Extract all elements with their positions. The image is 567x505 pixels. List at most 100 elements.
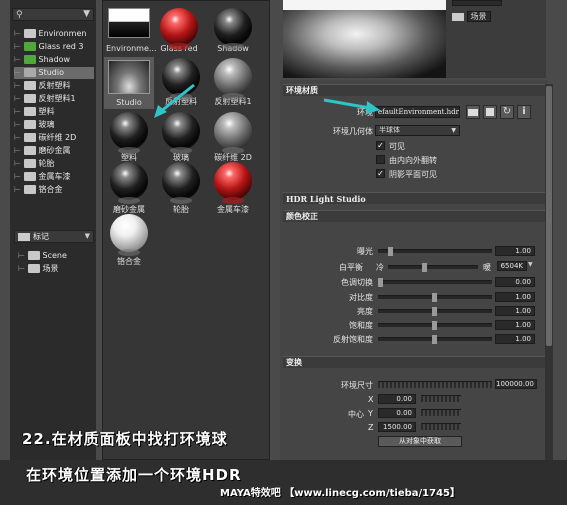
flip-label: 由内向外翻转: [389, 156, 437, 165]
shadow-plane-checkbox[interactable]: ✓: [376, 169, 385, 178]
black-sphere-icon: [162, 162, 200, 204]
section-color-correction[interactable]: 颜色校正: [283, 210, 545, 222]
exposure-value[interactable]: 1.00: [495, 246, 535, 256]
contrast-value[interactable]: 1.00: [495, 292, 535, 302]
material-icon: [23, 94, 36, 103]
slider-knob[interactable]: [432, 335, 437, 344]
info-icon[interactable]: i: [517, 105, 531, 119]
visible-checkbox[interactable]: ✓: [376, 141, 385, 150]
slider-knob[interactable]: [378, 278, 383, 287]
material-thumb[interactable]: 塑料: [106, 112, 152, 163]
env-size-value[interactable]: 100000.00: [495, 379, 537, 389]
material-thumb[interactable]: 铬合金: [106, 214, 152, 267]
slider-knob[interactable]: [432, 293, 437, 302]
grey-sphere-icon: [214, 112, 252, 154]
exposure-slider[interactable]: [378, 247, 492, 256]
shadow-plane-label: 阴影平面可见: [389, 170, 437, 179]
center-y-slider[interactable]: [421, 409, 461, 416]
slider-knob[interactable]: [432, 307, 437, 316]
tag-dropdown[interactable]: 标记 ▼: [14, 230, 94, 243]
brightness-slider[interactable]: [378, 307, 492, 316]
chevron-down-icon[interactable]: ▼: [528, 261, 533, 268]
sphere-icon: [23, 29, 36, 38]
material-thumb[interactable]: Environme...: [106, 8, 157, 53]
center-z-value[interactable]: 1500.00: [378, 422, 416, 432]
refl-saturation-value[interactable]: 1.00: [495, 334, 535, 344]
white-balance-slider[interactable]: [388, 263, 478, 272]
refresh-icon[interactable]: ↻: [500, 105, 514, 119]
geometry-select[interactable]: 半球体 ▼: [375, 125, 460, 136]
top-field[interactable]: [452, 0, 502, 6]
center-x-slider[interactable]: [421, 395, 461, 402]
hue-value[interactable]: 0.00: [495, 277, 535, 287]
section-hdr-light-studio[interactable]: HDR Light Studio: [283, 192, 545, 204]
folder-icon[interactable]: [466, 105, 480, 119]
arrow-line: [159, 83, 195, 114]
black-sphere-icon: [110, 162, 148, 204]
scrollbar-thumb[interactable]: [546, 86, 552, 346]
center-z-slider[interactable]: [421, 423, 461, 430]
annotation-arrow: [154, 83, 195, 118]
tree-item[interactable]: ⊢ 玻璃: [14, 119, 55, 131]
flip-checkbox[interactable]: [376, 155, 385, 164]
material-icon: [23, 146, 36, 155]
scene-icon: [27, 251, 40, 260]
tree-item[interactable]: ⊢ Environmen: [14, 28, 86, 40]
material-icon: [23, 107, 36, 116]
env-file-field[interactable]: efaultEnvironment.hdr: [375, 106, 460, 118]
material-thumb-selected[interactable]: Studio: [104, 57, 154, 109]
slider-knob[interactable]: [432, 321, 437, 330]
filter-icon[interactable]: ▼: [83, 9, 90, 19]
outliner-filter-bar[interactable]: ⚲ ▼: [12, 8, 94, 21]
center-x-value[interactable]: 0.00: [378, 394, 416, 404]
material-thumb[interactable]: 磨砂金属: [106, 162, 152, 215]
material-thumb[interactable]: 轮胎: [158, 162, 204, 215]
scene-item[interactable]: ⊢ 场景: [18, 263, 59, 275]
center-y-value[interactable]: 0.00: [378, 408, 416, 418]
scene-tag-button[interactable]: 场景: [452, 11, 497, 23]
material-icon: [23, 120, 36, 129]
scene-tree: ⊢ Scene ⊢ 场景: [18, 250, 94, 280]
slider-knob[interactable]: [422, 263, 427, 272]
tree-item[interactable]: ⊢ 碳纤维 2D: [14, 132, 76, 144]
tree-item[interactable]: ⊢ 塑料: [14, 106, 55, 118]
env-size-slider[interactable]: [378, 381, 492, 388]
tree-item[interactable]: ⊢ Shadow: [14, 54, 70, 66]
tree-item[interactable]: ⊢ 轮胎: [14, 158, 55, 170]
from-object-button[interactable]: 从对象中获取: [378, 436, 462, 447]
scene-item[interactable]: ⊢ Scene: [18, 250, 67, 262]
material-thumb[interactable]: Glass red ...: [156, 8, 202, 62]
tree-item[interactable]: ⊢ 铬合金: [14, 184, 63, 196]
red-sphere-icon: [160, 8, 198, 50]
arrow-line: [323, 98, 371, 110]
section-transform[interactable]: 变换: [283, 356, 545, 368]
annotation-arrow: [323, 98, 380, 114]
white-balance-value[interactable]: 6504K: [497, 261, 527, 271]
tree-item[interactable]: ⊢ 反射塑料1: [14, 93, 76, 105]
tree-item[interactable]: ⊢ Glass red 3: [14, 41, 83, 53]
material-thumb[interactable]: 金属车漆: [210, 162, 256, 215]
brightness-value[interactable]: 1.00: [495, 306, 535, 316]
save-icon[interactable]: [483, 105, 497, 119]
contrast-slider[interactable]: [378, 293, 492, 302]
tree-item[interactable]: ⊢ 反射塑料: [14, 80, 71, 92]
saturation-value[interactable]: 1.00: [495, 320, 535, 330]
chevron-down-icon: ▼: [84, 232, 90, 240]
section-env-material[interactable]: 环境材质: [283, 84, 545, 96]
tree-item[interactable]: ⊢ 金属车漆: [14, 171, 71, 183]
brightness-label: 亮度: [357, 307, 373, 316]
refl-saturation-slider[interactable]: [378, 335, 492, 344]
slider-knob[interactable]: [388, 247, 393, 256]
material-icon: [23, 55, 36, 64]
tree-item[interactable]: ⊢ 磨砂金属: [14, 145, 71, 157]
material-thumb[interactable]: 碳纤维 2D: [210, 112, 256, 163]
tree-item-selected[interactable]: ⊢ Studio: [14, 67, 94, 79]
scrollbar[interactable]: [545, 84, 553, 460]
tag-icon: [18, 232, 30, 241]
material-thumb[interactable]: 反射塑料1: [210, 58, 256, 107]
material-thumb[interactable]: Shadow: [210, 8, 256, 53]
material-icon: [23, 42, 36, 51]
saturation-slider[interactable]: [378, 321, 492, 330]
center-y-label: Y: [368, 409, 373, 418]
hue-slider[interactable]: [378, 278, 492, 287]
